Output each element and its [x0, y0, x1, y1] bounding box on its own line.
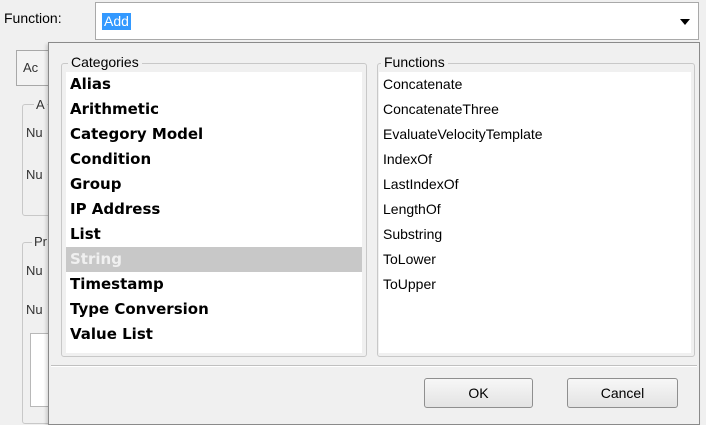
- category-item[interactable]: Type Conversion: [66, 297, 362, 322]
- category-item[interactable]: Category Model: [66, 122, 362, 147]
- category-item[interactable]: List: [66, 222, 362, 247]
- function-label: Function:: [4, 10, 62, 26]
- background-group-2-row-1: Nu: [26, 263, 43, 278]
- background-group-2-title: Pr: [32, 234, 49, 249]
- function-item[interactable]: Substring: [379, 222, 691, 247]
- function-dropdown-value[interactable]: Add: [102, 13, 131, 30]
- function-dropdown[interactable]: Add: [95, 2, 699, 40]
- function-picker-popup: Categories Alias Arithmetic Category Model…: [48, 42, 700, 425]
- category-item[interactable]: Alias: [66, 72, 362, 97]
- function-item[interactable]: LastIndexOf: [379, 172, 691, 197]
- function-item[interactable]: LengthOf: [379, 197, 691, 222]
- background-group-1-row-2: Nu: [26, 167, 43, 182]
- background-group-1-row-1: Nu: [26, 125, 43, 140]
- function-item[interactable]: ToLower: [379, 247, 691, 272]
- category-item[interactable]: Timestamp: [66, 272, 362, 297]
- category-item[interactable]: Value List: [66, 322, 362, 347]
- categories-title: Categories: [68, 54, 142, 70]
- category-item[interactable]: Arithmetic: [66, 97, 362, 122]
- dropdown-arrow-icon[interactable]: [680, 19, 690, 25]
- category-item[interactable]: Condition: [66, 147, 362, 172]
- categories-list[interactable]: Alias Arithmetic Category Model Condition Gr…: [66, 72, 362, 353]
- background-group-2-row-2: Nu: [26, 302, 43, 317]
- background-button-label: Ac: [23, 60, 39, 75]
- cancel-button[interactable]: Cancel: [567, 378, 678, 408]
- functions-title: Functions: [381, 54, 448, 70]
- button-separator: [51, 365, 697, 367]
- category-item[interactable]: IP Address: [66, 197, 362, 222]
- category-item[interactable]: String: [66, 247, 362, 272]
- function-item[interactable]: Concatenate: [379, 72, 691, 97]
- function-item[interactable]: EvaluateVelocityTemplate: [379, 122, 691, 147]
- function-item[interactable]: ToUpper: [379, 272, 691, 297]
- function-item[interactable]: IndexOf: [379, 147, 691, 172]
- category-item[interactable]: Group: [66, 172, 362, 197]
- function-item[interactable]: ConcatenateThree: [379, 97, 691, 122]
- ok-button[interactable]: OK: [424, 378, 533, 408]
- background-group-1-title: A: [34, 97, 47, 112]
- functions-list[interactable]: Concatenate ConcatenateThree EvaluateVeloc…: [379, 72, 691, 353]
